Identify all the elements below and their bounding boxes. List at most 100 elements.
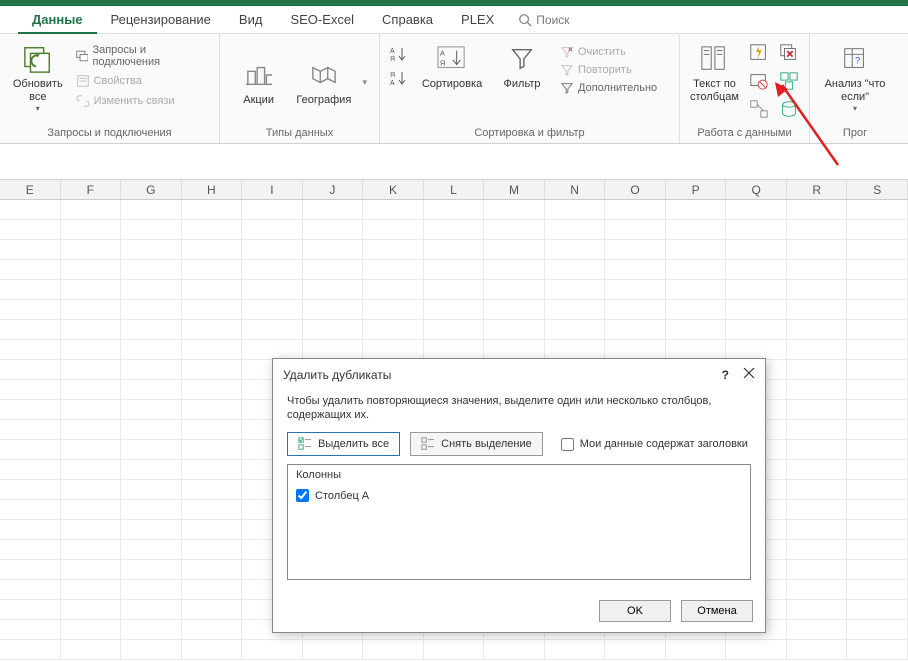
cell[interactable] xyxy=(242,300,303,319)
cell[interactable] xyxy=(61,380,122,399)
cell[interactable] xyxy=(61,580,122,599)
cell[interactable] xyxy=(121,460,182,479)
cell[interactable] xyxy=(847,280,908,299)
cell[interactable] xyxy=(182,260,243,279)
cell[interactable] xyxy=(61,600,122,619)
cell[interactable] xyxy=(121,360,182,379)
cell[interactable] xyxy=(182,420,243,439)
manage-data-model-button[interactable] xyxy=(775,96,803,122)
cell[interactable] xyxy=(61,500,122,519)
cell[interactable] xyxy=(787,380,848,399)
cell[interactable] xyxy=(847,360,908,379)
refresh-all-button[interactable]: Обновить все ▾ xyxy=(8,40,68,115)
cell[interactable] xyxy=(0,600,61,619)
cell[interactable] xyxy=(666,240,727,259)
cell[interactable] xyxy=(121,540,182,559)
cell[interactable] xyxy=(182,360,243,379)
cell[interactable] xyxy=(787,360,848,379)
cell[interactable] xyxy=(0,420,61,439)
cell[interactable] xyxy=(847,380,908,399)
cell[interactable] xyxy=(484,260,545,279)
column-header[interactable]: S xyxy=(847,180,908,199)
cell[interactable] xyxy=(121,580,182,599)
cell[interactable] xyxy=(61,220,122,239)
cell[interactable] xyxy=(424,340,485,359)
cell[interactable] xyxy=(182,480,243,499)
cell[interactable] xyxy=(0,560,61,579)
cell[interactable] xyxy=(0,380,61,399)
cell[interactable] xyxy=(0,440,61,459)
cell[interactable] xyxy=(545,280,606,299)
cell[interactable] xyxy=(666,320,727,339)
cell[interactable] xyxy=(847,320,908,339)
cell[interactable] xyxy=(424,320,485,339)
column-header[interactable]: L xyxy=(424,180,485,199)
cell[interactable] xyxy=(847,600,908,619)
cell[interactable] xyxy=(847,440,908,459)
cell[interactable] xyxy=(121,640,182,659)
cell[interactable] xyxy=(0,460,61,479)
cell[interactable] xyxy=(303,280,364,299)
column-header[interactable]: H xyxy=(182,180,243,199)
consolidate-button[interactable] xyxy=(775,68,803,94)
cell[interactable] xyxy=(0,340,61,359)
column-header[interactable]: P xyxy=(666,180,727,199)
cell[interactable] xyxy=(121,440,182,459)
cell[interactable] xyxy=(242,240,303,259)
cell[interactable] xyxy=(726,320,787,339)
cell[interactable] xyxy=(363,300,424,319)
cell[interactable] xyxy=(121,600,182,619)
cell[interactable] xyxy=(0,620,61,639)
cell[interactable] xyxy=(303,220,364,239)
cell[interactable] xyxy=(61,540,122,559)
cell[interactable] xyxy=(605,220,666,239)
cell[interactable] xyxy=(424,200,485,219)
cell[interactable] xyxy=(0,540,61,559)
cell[interactable] xyxy=(424,300,485,319)
cell[interactable] xyxy=(61,360,122,379)
cell[interactable] xyxy=(0,240,61,259)
cell[interactable] xyxy=(242,260,303,279)
cell[interactable] xyxy=(363,640,424,659)
tab-help[interactable]: Справка xyxy=(368,6,447,34)
cell[interactable] xyxy=(0,640,61,659)
ok-button[interactable]: OK xyxy=(599,600,671,622)
headers-checkbox[interactable] xyxy=(561,438,574,451)
cell[interactable] xyxy=(666,340,727,359)
sort-button[interactable]: АЯ Сортировка xyxy=(416,40,488,93)
remove-duplicates-button[interactable] xyxy=(775,40,803,66)
cell[interactable] xyxy=(61,340,122,359)
advanced-filter-button[interactable]: Дополнительно xyxy=(558,80,659,96)
cell[interactable] xyxy=(484,200,545,219)
cell[interactable] xyxy=(605,340,666,359)
cell[interactable] xyxy=(121,260,182,279)
cell[interactable] xyxy=(847,340,908,359)
cell[interactable] xyxy=(787,600,848,619)
cell[interactable] xyxy=(363,220,424,239)
cell[interactable] xyxy=(787,480,848,499)
cell[interactable] xyxy=(61,400,122,419)
cell[interactable] xyxy=(545,300,606,319)
cell[interactable] xyxy=(242,280,303,299)
cell[interactable] xyxy=(605,280,666,299)
cell[interactable] xyxy=(0,360,61,379)
cell[interactable] xyxy=(787,400,848,419)
cell[interactable] xyxy=(847,300,908,319)
cell[interactable] xyxy=(121,560,182,579)
cell[interactable] xyxy=(0,580,61,599)
cell[interactable] xyxy=(424,640,485,659)
cell[interactable] xyxy=(242,340,303,359)
column-header[interactable]: N xyxy=(545,180,606,199)
cell[interactable] xyxy=(363,200,424,219)
column-header[interactable]: M xyxy=(484,180,545,199)
cell[interactable] xyxy=(61,300,122,319)
cell[interactable] xyxy=(847,260,908,279)
cell[interactable] xyxy=(121,520,182,539)
cell[interactable] xyxy=(121,200,182,219)
cell[interactable] xyxy=(424,240,485,259)
cell[interactable] xyxy=(182,600,243,619)
cancel-button[interactable]: Отмена xyxy=(681,600,753,622)
cell[interactable] xyxy=(545,240,606,259)
cell[interactable] xyxy=(61,420,122,439)
column-header[interactable]: O xyxy=(605,180,666,199)
